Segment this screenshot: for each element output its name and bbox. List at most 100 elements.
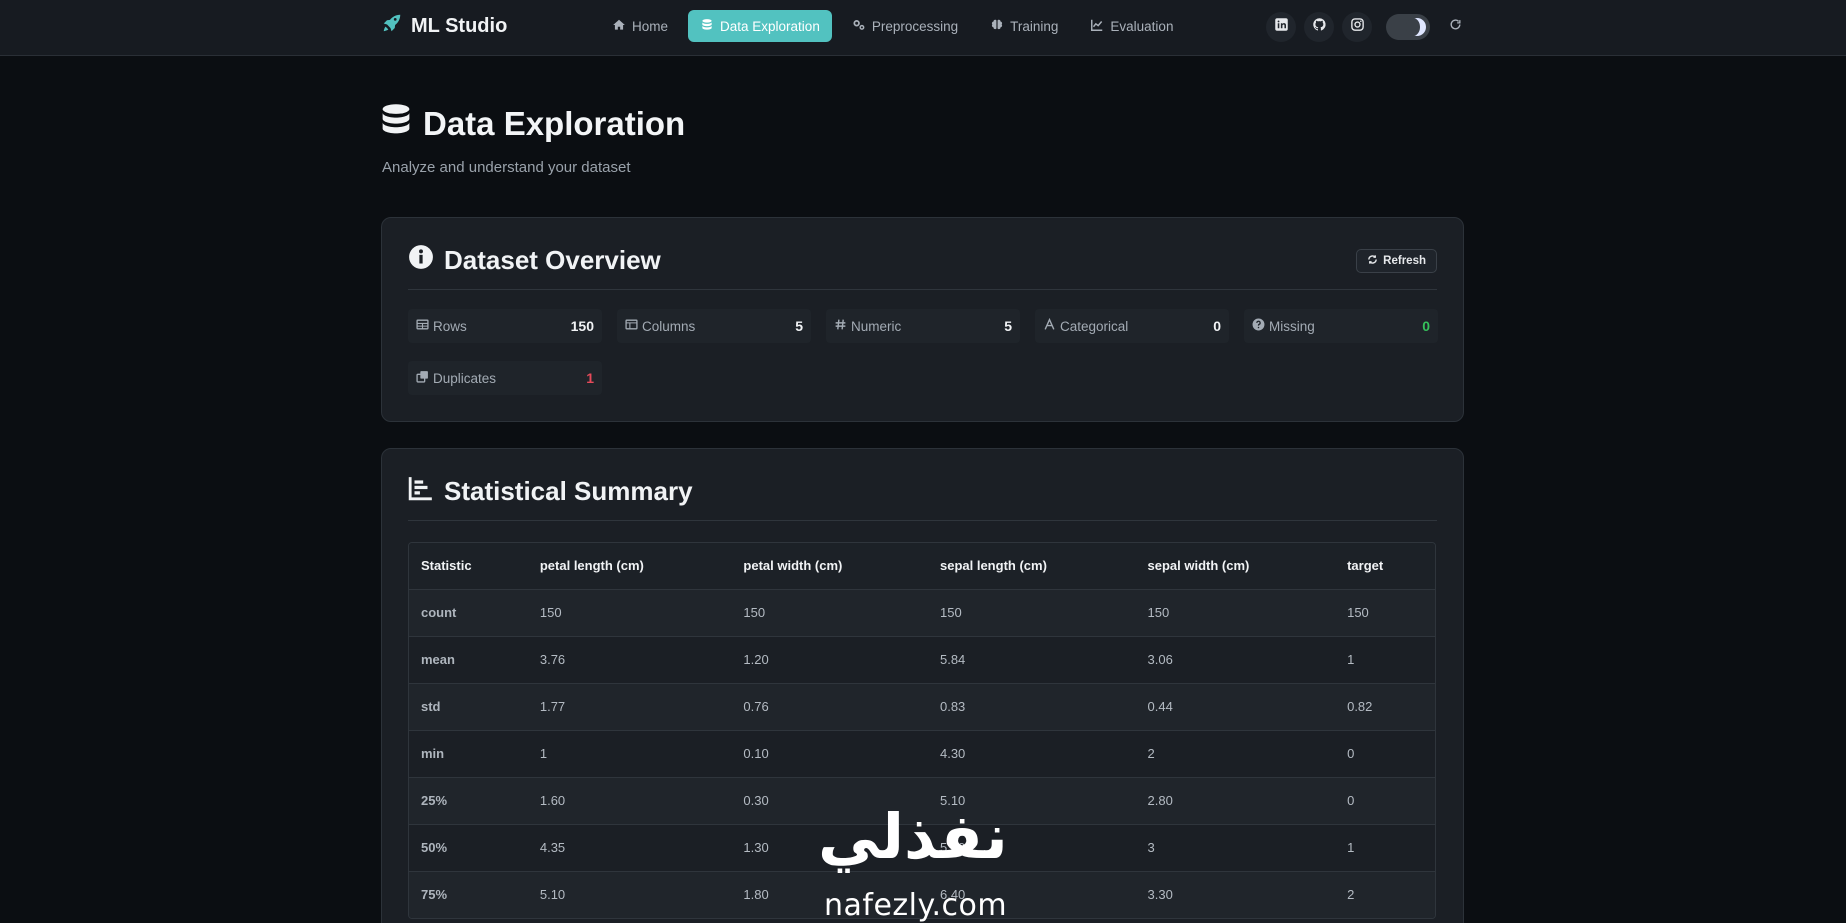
table-cell: 1.60 (527, 776, 732, 824)
github-icon (1312, 17, 1327, 37)
metric-categorical-label: Categorical (1060, 318, 1129, 334)
main-nav: Home Data Exploration Preprocessing Trai… (600, 10, 1185, 42)
reload-button[interactable] (1444, 16, 1466, 38)
linkedin-button[interactable] (1266, 12, 1296, 42)
navbar-actions (1266, 12, 1466, 42)
dataset-overview-title: Dataset Overview (408, 244, 661, 277)
page-title-text: Data Exploration (423, 105, 686, 142)
metric-numeric-value: 5 (1004, 318, 1012, 334)
rocket-icon (381, 12, 403, 40)
table-cell: 6.40 (927, 870, 1136, 918)
metric-missing: Missing 0 (1244, 309, 1438, 343)
table-cell: 3.76 (527, 635, 732, 683)
table-header: petal length (cm) (527, 543, 732, 589)
metric-duplicates-label: Duplicates (433, 370, 497, 386)
table-cell: 5.10 (927, 776, 1136, 824)
table-header: petal width (cm) (731, 543, 928, 589)
instagram-icon (1350, 17, 1365, 37)
table-cell: 4.30 (927, 729, 1136, 777)
hashtag-icon (834, 318, 847, 334)
statistical-summary-title: Statistical Summary (408, 475, 693, 508)
metric-categorical-value: 0 (1213, 318, 1221, 334)
database-icon (381, 103, 411, 145)
columns-icon (625, 318, 638, 334)
nav-evaluation-label: Evaluation (1110, 18, 1174, 34)
statistical-summary-title-text: Statistical Summary (444, 476, 693, 506)
dataset-overview-card: Dataset Overview Refresh Rows 150 Column… (381, 217, 1464, 422)
nav-preprocessing[interactable]: Preprocessing (840, 10, 970, 42)
table-row: count 150 150 150 150 150 (409, 588, 1435, 636)
metric-rows: Rows 150 (408, 309, 602, 343)
table-cell: 0.30 (731, 776, 928, 824)
chart-bar-icon (408, 475, 434, 508)
nav-data-exploration[interactable]: Data Exploration (688, 10, 832, 42)
table-cell: 0 (1335, 776, 1435, 824)
table-row: 75% 5.10 1.80 6.40 3.30 2 (409, 870, 1435, 918)
table-header-row: Statistic petal length (cm) petal width … (409, 543, 1435, 589)
nav-evaluation[interactable]: Evaluation (1078, 10, 1185, 42)
table-cell: 0.10 (731, 729, 928, 777)
nav-preprocessing-label: Preprocessing (871, 18, 959, 34)
table-cell: 150 (1135, 588, 1336, 636)
table-cell: count (409, 588, 528, 636)
table-cell: 1 (527, 729, 732, 777)
table-cell: 1 (1335, 635, 1435, 683)
refresh-button[interactable]: Refresh (1356, 249, 1437, 273)
metric-numeric-label: Numeric (851, 318, 902, 334)
table-cell: 5.10 (527, 870, 732, 918)
table-cell: 25% (409, 776, 528, 824)
dataset-overview-title-text: Dataset Overview (444, 245, 661, 275)
brain-icon (990, 18, 1004, 35)
home-icon (612, 18, 626, 35)
table-cell: 2.80 (1135, 776, 1336, 824)
table-row: min 1 0.10 4.30 2 0 (409, 729, 1435, 777)
metric-missing-value: 0 (1422, 318, 1430, 334)
table-cell: mean (409, 635, 528, 683)
metric-categorical: Categorical 0 (1035, 309, 1229, 343)
brand-logo[interactable]: ML Studio (381, 12, 507, 40)
moon-icon (1406, 18, 1426, 36)
table-header: target (1335, 543, 1435, 589)
nav-training[interactable]: Training (978, 10, 1070, 42)
rotate-icon (1449, 18, 1462, 36)
brand-name: ML Studio (411, 14, 508, 37)
metric-duplicates-value: 1 (586, 370, 594, 386)
table-row: std 1.77 0.76 0.83 0.44 0.82 (409, 682, 1435, 730)
clone-icon (416, 370, 429, 386)
table-cell: 50% (409, 823, 528, 871)
github-button[interactable] (1304, 12, 1334, 42)
table-cell: 3.06 (1135, 635, 1336, 683)
table-cell: 3 (1135, 823, 1336, 871)
linkedin-icon (1274, 17, 1289, 37)
sync-icon (1367, 254, 1378, 268)
table-cell: 2 (1135, 729, 1336, 777)
table-cell: 0.44 (1135, 682, 1336, 730)
metric-duplicates: Duplicates 1 (408, 361, 602, 395)
stats-table-wrapper[interactable]: Statistic petal length (cm) petal width … (408, 542, 1436, 919)
database-icon (700, 18, 714, 35)
theme-toggle[interactable] (1386, 14, 1430, 40)
page-title: Data Exploration (381, 103, 685, 145)
instagram-button[interactable] (1342, 12, 1372, 42)
table-cell: 4.35 (527, 823, 732, 871)
nav-home[interactable]: Home (600, 10, 680, 42)
table-cell: 0 (1335, 729, 1435, 777)
nav-data-exploration-label: Data Exploration (720, 18, 820, 34)
table-cell: min (409, 729, 528, 777)
table-cell: 75% (409, 870, 528, 918)
metric-rows-label: Rows (433, 318, 467, 334)
overview-metrics: Rows 150 Columns 5 Numeric 5 Categorical… (408, 309, 1439, 395)
chart-line-icon (1090, 18, 1104, 35)
metric-numeric: Numeric 5 (826, 309, 1020, 343)
table-row: mean 3.76 1.20 5.84 3.06 1 (409, 635, 1435, 683)
page-subtitle: Analyze and understand your dataset (382, 159, 631, 176)
table-header: Statistic (409, 543, 528, 589)
table-cell: 1.30 (731, 823, 928, 871)
metric-columns: Columns 5 (617, 309, 811, 343)
question-circle-icon (1252, 318, 1265, 334)
metric-rows-value: 150 (570, 318, 594, 334)
table-cell: 5.80 (927, 823, 1136, 871)
table-cell: 0.76 (731, 682, 928, 730)
table-cell: 0.83 (927, 682, 1136, 730)
table-cell: 3.30 (1135, 870, 1336, 918)
